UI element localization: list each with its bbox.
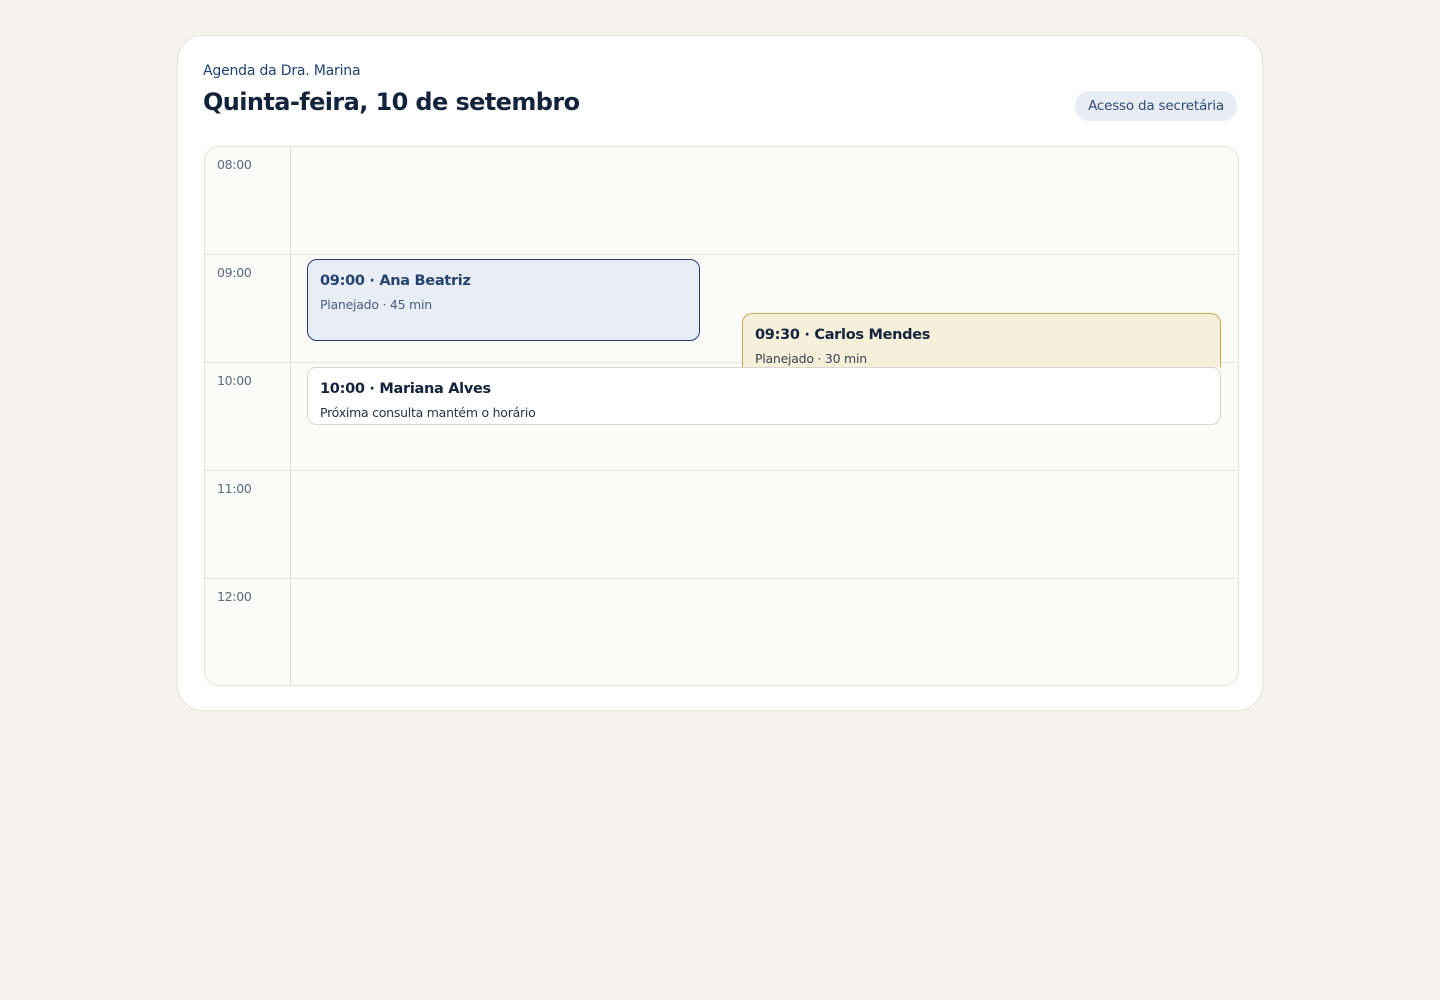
day-schedule-grid: 08:00 09:00 10:00 11:00 12:00 09:00 · An… [204,146,1239,686]
appointment-details: Planejado · 30 min [755,351,867,366]
hour-row-08[interactable]: 08:00 [205,147,1238,255]
secretary-access-badge[interactable]: Acesso da secretária [1075,91,1237,121]
hours-column [205,147,291,685]
appointment-details: Próxima consulta mantém o horário [320,405,536,420]
appointment-title: 09:00 · Ana Beatriz [320,273,471,289]
hour-row-12[interactable]: 12:00 [205,579,1238,685]
appointment-ana-beatriz[interactable]: 09:00 · Ana Beatriz Planejado · 45 min [307,259,700,341]
appointment-details: Planejado · 45 min [320,297,432,312]
page-title: Quinta-feira, 10 de setembro [203,88,580,116]
agenda-owner-label: Agenda da Dra. Marina [203,63,361,79]
appointment-title: 09:30 · Carlos Mendes [755,327,931,343]
appointment-title: 10:00 · Mariana Alves [320,381,491,397]
agenda-card: Agenda da Dra. Marina Quinta-feira, 10 d… [177,35,1263,711]
appointment-carlos-mendes[interactable]: 09:30 · Carlos Mendes Planejado · 30 min [742,313,1221,367]
hour-row-11[interactable]: 11:00 [205,471,1238,579]
appointment-mariana-alves[interactable]: 10:00 · Mariana Alves Próxima consulta m… [307,367,1221,425]
